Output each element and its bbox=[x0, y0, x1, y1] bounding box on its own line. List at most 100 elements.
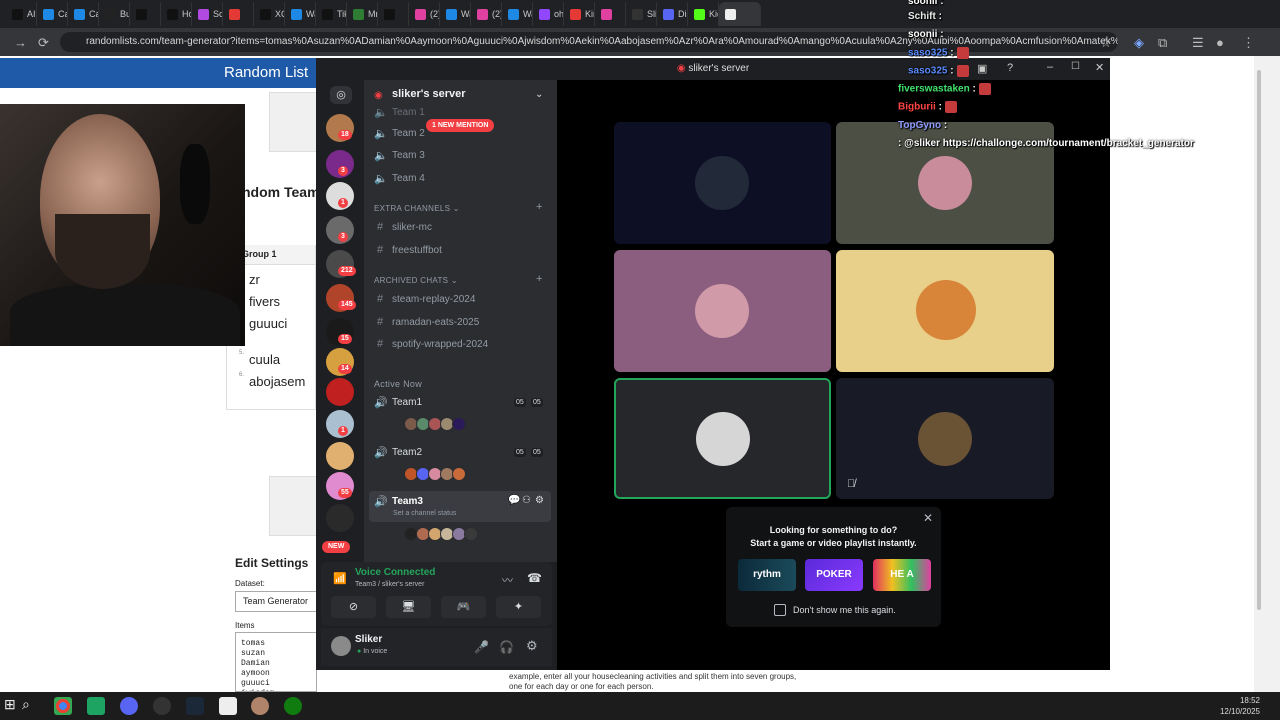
noise-suppression-icon[interactable]: 〰 bbox=[502, 572, 513, 588]
browser-tab[interactable]: Sli bbox=[626, 2, 657, 26]
video-tile-speaking[interactable] bbox=[614, 378, 831, 499]
help-icon[interactable]: ? bbox=[1007, 62, 1013, 74]
profile-avatar[interactable]: ● bbox=[1216, 35, 1224, 50]
microphone-icon[interactable]: 🎤 bbox=[474, 640, 489, 654]
disconnect-icon[interactable]: ☎ bbox=[527, 571, 542, 585]
server-name[interactable]: sliker's server bbox=[392, 88, 466, 100]
browser-tab[interactable]: King bbox=[564, 2, 595, 26]
video-tile[interactable] bbox=[614, 122, 831, 244]
browser-tab[interactable]: Wat bbox=[285, 2, 316, 26]
browser-tab[interactable]: TikT bbox=[316, 2, 347, 26]
channel-status[interactable]: Set a channel status bbox=[393, 510, 456, 517]
text-channel[interactable]: # steam-replay-2024 bbox=[374, 293, 475, 305]
browser-tab[interactable]: XQC bbox=[254, 2, 285, 26]
add-channel-icon[interactable]: + bbox=[536, 201, 542, 213]
steam-icon[interactable] bbox=[186, 697, 204, 715]
video-tile[interactable] bbox=[614, 250, 831, 372]
browser-tab[interactable] bbox=[223, 2, 254, 26]
browser-tab[interactable]: Call bbox=[68, 2, 99, 26]
close-icon[interactable]: ✕ bbox=[1095, 61, 1104, 74]
app-icon[interactable] bbox=[251, 697, 269, 715]
chevron-down-icon[interactable]: ⌄ bbox=[535, 89, 543, 100]
soundboard-button[interactable]: ✦ bbox=[496, 596, 541, 618]
scrollbar-thumb[interactable] bbox=[1257, 70, 1261, 610]
new-mention-pill[interactable]: 1 NEW MENTION bbox=[426, 119, 495, 132]
text-channel[interactable]: # ramadan-eats-2025 bbox=[374, 316, 479, 328]
discord-taskbar-icon[interactable] bbox=[120, 697, 138, 715]
server-icon[interactable] bbox=[326, 504, 354, 532]
browser-tab[interactable] bbox=[130, 2, 161, 26]
text-channel[interactable]: # sliker-mc bbox=[374, 221, 432, 233]
voice-channel[interactable]: 🔈 Team 1 bbox=[374, 106, 425, 119]
browser-tab[interactable]: AIPA bbox=[6, 2, 37, 26]
settings-gear-icon[interactable]: ⚙ bbox=[535, 495, 544, 506]
user-settings-gear-icon[interactable]: ⚙ bbox=[526, 638, 538, 654]
signal-icon[interactable]: 📶 bbox=[333, 572, 347, 585]
browser-tab[interactable]: Wat bbox=[502, 2, 533, 26]
browser-tab[interactable]: Kick bbox=[688, 2, 719, 26]
category-extra[interactable]: EXTRA CHANNELS ⌄ bbox=[374, 204, 460, 213]
text-channel[interactable]: # freestuffbot bbox=[374, 244, 442, 256]
rythm-activity[interactable]: rythm bbox=[738, 559, 796, 591]
forward-icon[interactable]: → bbox=[14, 35, 27, 50]
site-title[interactable]: Random List bbox=[224, 64, 308, 81]
screen-share-button[interactable]: 🖥 bbox=[386, 596, 431, 618]
voice-channel[interactable]: 🔈 Team 3 bbox=[374, 149, 425, 162]
browser-tab[interactable]: Buy bbox=[99, 2, 130, 26]
dataset-select[interactable]: Team Generator bbox=[235, 591, 317, 612]
close-icon[interactable]: ✕ bbox=[923, 511, 933, 525]
dont-show-checkbox[interactable] bbox=[774, 604, 786, 616]
browser-tab[interactable]: Scr bbox=[192, 2, 223, 26]
browser-tab[interactable] bbox=[378, 2, 409, 26]
active-voice-channel[interactable]: 🔊 Team1 bbox=[374, 396, 422, 409]
browser-tab[interactable] bbox=[719, 2, 761, 26]
user-avatar[interactable] bbox=[331, 636, 351, 656]
voice-connected-label[interactable]: Voice Connected bbox=[355, 567, 435, 578]
extensions-puzzle-icon[interactable]: ⧉ bbox=[1158, 35, 1167, 51]
text-channel[interactable]: # spotify-wrapped-2024 bbox=[374, 338, 488, 350]
dont-show-label[interactable]: Don't show me this again. bbox=[793, 605, 896, 615]
chat-bubble-icon[interactable]: 💬 bbox=[508, 495, 520, 506]
voice-channel[interactable]: 🔈 Team 2 bbox=[374, 127, 425, 140]
active-voice-channel[interactable]: 🔊 Team3 bbox=[374, 495, 423, 508]
invite-icon[interactable]: ⚇ bbox=[522, 495, 531, 506]
user-name[interactable]: Sliker bbox=[355, 634, 382, 645]
active-voice-channel[interactable]: 🔊 Team2 bbox=[374, 446, 422, 459]
browser-menu-icon[interactable]: ⋮ bbox=[1242, 35, 1255, 51]
windows-start-icon[interactable]: ⊞ bbox=[4, 696, 16, 713]
extension-icon[interactable]: ◈ bbox=[1134, 35, 1144, 51]
avatar[interactable] bbox=[452, 417, 466, 431]
browser-tab[interactable]: (2) bbox=[471, 2, 502, 26]
browser-tab[interactable]: (2) bbox=[409, 2, 440, 26]
minimize-icon[interactable]: – bbox=[1047, 61, 1053, 73]
discord-home-icon[interactable]: ◎ bbox=[330, 86, 352, 104]
chrome-icon[interactable] bbox=[54, 697, 72, 715]
bookmark-star-icon[interactable]: ☆ bbox=[1100, 35, 1112, 51]
voice-channel[interactable]: 🔈 Team 4 bbox=[374, 172, 425, 185]
category-archived[interactable]: ARCHIVED CHATS ⌄ bbox=[374, 276, 458, 285]
inbox-icon[interactable]: ▣ bbox=[977, 62, 987, 75]
hexa-activity[interactable]: HE A bbox=[873, 559, 931, 591]
browser-tab[interactable]: Mrs bbox=[347, 2, 378, 26]
browser-tab[interactable]: Call bbox=[37, 2, 68, 26]
system-clock[interactable]: 18:52 12/10/2025 bbox=[1200, 695, 1260, 717]
browser-tab[interactable]: Disc bbox=[657, 2, 688, 26]
xbox-icon[interactable] bbox=[284, 697, 302, 715]
tab-search-icon[interactable]: ☰ bbox=[1192, 35, 1204, 51]
add-channel-icon[interactable]: + bbox=[536, 273, 542, 285]
browser-tab[interactable]: Hor bbox=[161, 2, 192, 26]
app-icon[interactable] bbox=[87, 697, 105, 715]
voice-location[interactable]: Team3 / sliker's server bbox=[355, 581, 424, 588]
maximize-icon[interactable]: ☐ bbox=[1071, 61, 1080, 72]
new-server-pill[interactable]: NEW bbox=[322, 541, 351, 553]
search-icon[interactable]: ⌕ bbox=[22, 696, 30, 713]
video-tile[interactable] bbox=[836, 378, 1054, 499]
avatar[interactable] bbox=[452, 467, 466, 481]
activity-button[interactable]: 🎮 bbox=[441, 596, 486, 618]
browser-tab[interactable] bbox=[595, 2, 626, 26]
server-icon[interactable] bbox=[326, 442, 354, 470]
avatar[interactable] bbox=[464, 527, 478, 541]
camera-off-button[interactable]: ⊘ bbox=[331, 596, 376, 618]
browser-tab[interactable]: ohn bbox=[533, 2, 564, 26]
app-icon[interactable] bbox=[219, 697, 237, 715]
